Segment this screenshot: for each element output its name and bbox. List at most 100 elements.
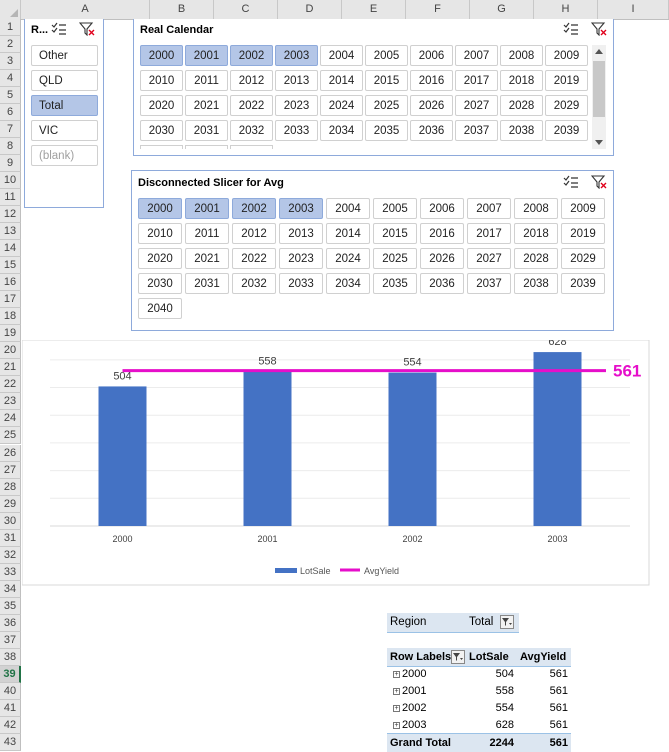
- year-button[interactable]: 2015: [373, 223, 417, 244]
- year-button[interactable]: 2014: [326, 223, 370, 244]
- year-button[interactable]: 2012: [232, 223, 276, 244]
- year-button[interactable]: 2003: [279, 198, 323, 219]
- year-button[interactable]: 2037: [467, 273, 511, 294]
- year-button[interactable]: 2035: [365, 120, 408, 141]
- clear-filter-icon[interactable]: [591, 175, 607, 189]
- partial-year-button[interactable]: [140, 145, 183, 149]
- year-button[interactable]: 2027: [455, 95, 498, 116]
- year-button[interactable]: 2028: [514, 248, 558, 269]
- year-button[interactable]: 2040: [138, 298, 182, 319]
- partial-year-button[interactable]: [230, 145, 273, 149]
- row-header-41[interactable]: 41: [0, 699, 21, 717]
- row-header-15[interactable]: 15: [0, 257, 21, 275]
- row-header-4[interactable]: 4: [0, 70, 21, 88]
- year-button[interactable]: 2004: [320, 45, 363, 66]
- year-button[interactable]: 2003: [275, 45, 318, 66]
- disconnected-slicer[interactable]: Disconnected Slicer for Avg 2000 2001 2002…: [131, 170, 614, 331]
- year-button[interactable]: 2019: [545, 70, 588, 91]
- row-header-34[interactable]: 34: [0, 580, 21, 598]
- year-button[interactable]: 2034: [320, 120, 363, 141]
- row-header-27[interactable]: 27: [0, 461, 21, 479]
- year-button[interactable]: 2023: [275, 95, 318, 116]
- year-button[interactable]: 2002: [232, 198, 276, 219]
- row-header-42[interactable]: 42: [0, 716, 21, 734]
- lotsale-bar[interactable]: [243, 371, 292, 526]
- row-header-16[interactable]: 16: [0, 274, 21, 292]
- row-header-13[interactable]: 13: [0, 223, 21, 241]
- year-button[interactable]: 2022: [230, 95, 273, 116]
- year-button[interactable]: 2001: [185, 198, 229, 219]
- year-button[interactable]: 2012: [230, 70, 273, 91]
- row-header-19[interactable]: 19: [0, 325, 21, 343]
- year-button[interactable]: 2011: [185, 70, 228, 91]
- multi-select-icon[interactable]: [563, 22, 579, 36]
- year-button[interactable]: 2017: [455, 70, 498, 91]
- year-button[interactable]: 2000: [140, 45, 183, 66]
- row-header-39[interactable]: 39: [0, 665, 21, 683]
- real-calendar-slicer[interactable]: Real Calendar 2000 2001 2002 2003 2004 2005 20…: [133, 19, 614, 156]
- row-header-23[interactable]: 23: [0, 393, 21, 411]
- pivot-row[interactable]: +2000 504 561: [387, 666, 571, 683]
- year-button[interactable]: 2029: [561, 248, 605, 269]
- year-button[interactable]: 2031: [185, 120, 228, 141]
- year-button[interactable]: 2018: [500, 70, 543, 91]
- row-header-38[interactable]: 38: [0, 648, 21, 666]
- column-header-g[interactable]: G: [470, 0, 534, 19]
- row-header-43[interactable]: 43: [0, 733, 21, 751]
- year-button[interactable]: 2038: [500, 120, 543, 141]
- scroll-thumb[interactable]: [593, 61, 605, 117]
- year-button[interactable]: 2025: [365, 95, 408, 116]
- year-button[interactable]: 2030: [138, 273, 182, 294]
- expand-icon[interactable]: +: [393, 722, 400, 729]
- row-header-5[interactable]: 5: [0, 87, 21, 105]
- lotsale-chart[interactable]: 504 558 554 628 2000 2001 2002 2003 561 LotSal…: [22, 340, 650, 586]
- year-button[interactable]: 2006: [410, 45, 453, 66]
- year-button[interactable]: 2025: [373, 248, 417, 269]
- year-button[interactable]: 2018: [514, 223, 558, 244]
- year-button[interactable]: 2001: [185, 45, 228, 66]
- lotsale-bar[interactable]: [533, 352, 582, 526]
- row-header-1[interactable]: 1: [0, 19, 21, 36]
- row-header-10[interactable]: 10: [0, 172, 21, 190]
- column-header-f[interactable]: F: [406, 0, 470, 19]
- year-button[interactable]: 2013: [275, 70, 318, 91]
- row-labels-filter-icon[interactable]: [451, 650, 465, 664]
- row-header-9[interactable]: 9: [0, 155, 21, 173]
- year-button[interactable]: 2008: [514, 198, 558, 219]
- pivot-row[interactable]: +2003 628 561: [387, 717, 571, 734]
- row-header-25[interactable]: 25: [0, 427, 21, 445]
- year-button[interactable]: 2033: [275, 120, 318, 141]
- year-button[interactable]: 2007: [455, 45, 498, 66]
- year-button[interactable]: 2005: [365, 45, 408, 66]
- year-button[interactable]: 2033: [279, 273, 323, 294]
- year-button[interactable]: 2009: [545, 45, 588, 66]
- year-button[interactable]: 2010: [138, 223, 182, 244]
- year-button[interactable]: 2019: [561, 223, 605, 244]
- year-button[interactable]: 2014: [320, 70, 363, 91]
- year-button[interactable]: 2007: [467, 198, 511, 219]
- clear-filter-icon[interactable]: [591, 22, 607, 36]
- row-header-24[interactable]: 24: [0, 410, 21, 428]
- row-header-32[interactable]: 32: [0, 546, 21, 564]
- year-button[interactable]: 2013: [279, 223, 323, 244]
- column-header-c[interactable]: C: [214, 0, 278, 19]
- row-header-36[interactable]: 36: [0, 614, 21, 632]
- row-header-12[interactable]: 12: [0, 206, 21, 224]
- pivot-row[interactable]: +2002 554 561: [387, 700, 571, 717]
- year-button[interactable]: 2039: [561, 273, 605, 294]
- multi-select-icon[interactable]: [51, 22, 67, 36]
- row-header-22[interactable]: 22: [0, 376, 21, 394]
- expand-icon[interactable]: +: [393, 705, 400, 712]
- row-header-17[interactable]: 17: [0, 291, 21, 309]
- column-header-h[interactable]: H: [534, 0, 598, 19]
- pivot-filter-row[interactable]: Region Total: [387, 613, 519, 633]
- row-header-14[interactable]: 14: [0, 240, 21, 258]
- year-button[interactable]: 2008: [500, 45, 543, 66]
- column-header-e[interactable]: E: [342, 0, 406, 19]
- year-button[interactable]: 2026: [410, 95, 453, 116]
- year-button[interactable]: 2020: [140, 95, 183, 116]
- region-item[interactable]: Other: [31, 45, 98, 66]
- expand-icon[interactable]: +: [393, 671, 400, 678]
- column-header-a[interactable]: A: [21, 0, 150, 19]
- year-button[interactable]: 2015: [365, 70, 408, 91]
